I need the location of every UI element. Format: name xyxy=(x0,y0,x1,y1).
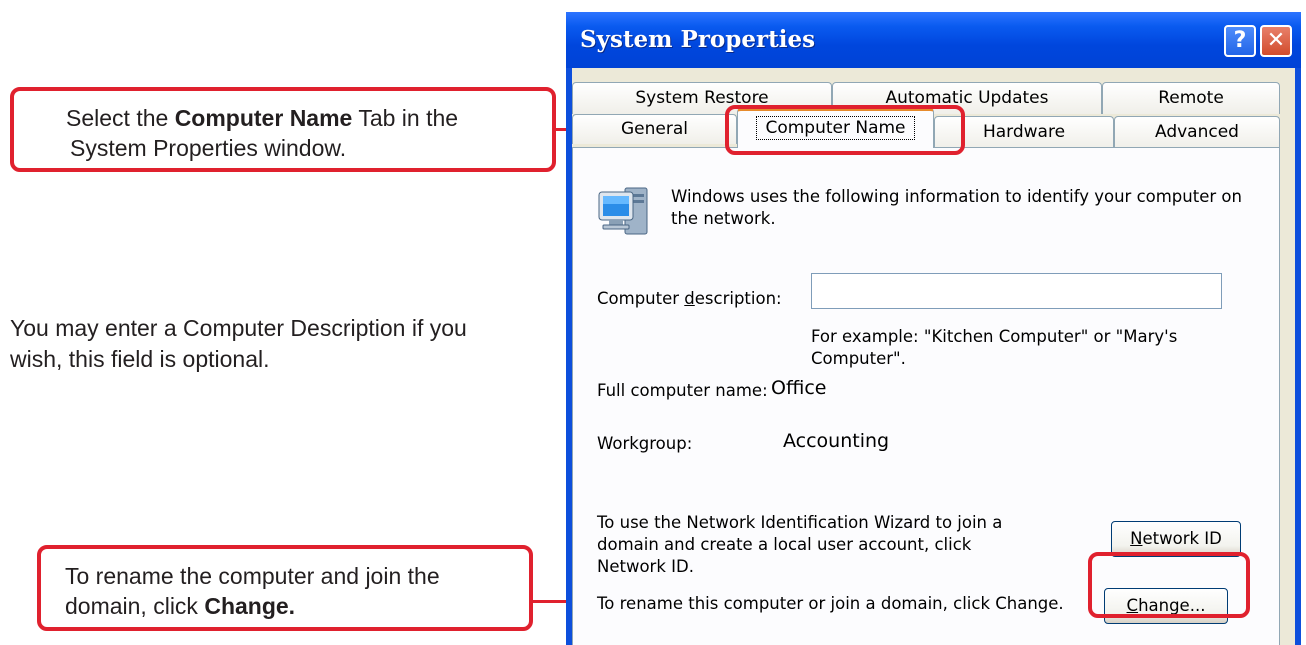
workgroup-value: Accounting xyxy=(783,430,890,452)
rename-description: To rename this computer or join a domain… xyxy=(597,594,1064,613)
callout-text: System Properties window. xyxy=(70,135,347,161)
note-line: wish, this field is optional. xyxy=(10,346,270,372)
window-title: System Properties xyxy=(580,26,816,53)
callout-text: To rename the computer and join the xyxy=(65,563,440,589)
description-note: You may enter a Computer Description if … xyxy=(10,313,570,375)
callout-text: Select the xyxy=(66,105,175,131)
tab-instruction-callout: Select the Computer Name Tab in the Syst… xyxy=(10,87,556,172)
tab-general[interactable]: General xyxy=(572,114,737,144)
callout-bold: Computer Name xyxy=(174,105,353,131)
computer-description-label: Computer description: xyxy=(597,289,782,308)
change-instruction-callout: To rename the computer and join the doma… xyxy=(37,545,533,631)
title-bar[interactable]: System Properties ? ✕ xyxy=(566,12,1301,68)
tab-remote[interactable]: Remote xyxy=(1102,82,1280,114)
full-computer-name-label: Full computer name: xyxy=(597,381,768,400)
callout-bold: Change. xyxy=(204,593,296,619)
callout-text: domain, click xyxy=(65,593,205,619)
network-id-description: To use the Network Identification Wizard… xyxy=(597,513,1003,576)
full-computer-name-value: Office xyxy=(771,377,827,399)
callout-text: Tab in the xyxy=(352,105,459,131)
computer-description-input[interactable] xyxy=(811,273,1222,309)
help-button[interactable]: ? xyxy=(1224,25,1256,57)
workgroup-label: Workgroup: xyxy=(597,434,693,453)
tab-advanced[interactable]: Advanced xyxy=(1114,116,1280,148)
change-button-highlight-ring xyxy=(1088,552,1250,618)
note-line: You may enter a Computer Description if … xyxy=(10,315,467,341)
close-button[interactable]: ✕ xyxy=(1260,25,1292,57)
description-example: For example: "Kitchen Computer" or "Mary… xyxy=(811,327,1178,368)
computer-icon xyxy=(598,187,648,235)
tab-highlight-ring xyxy=(725,105,965,155)
intro-text: Windows uses the following information t… xyxy=(671,187,1242,228)
